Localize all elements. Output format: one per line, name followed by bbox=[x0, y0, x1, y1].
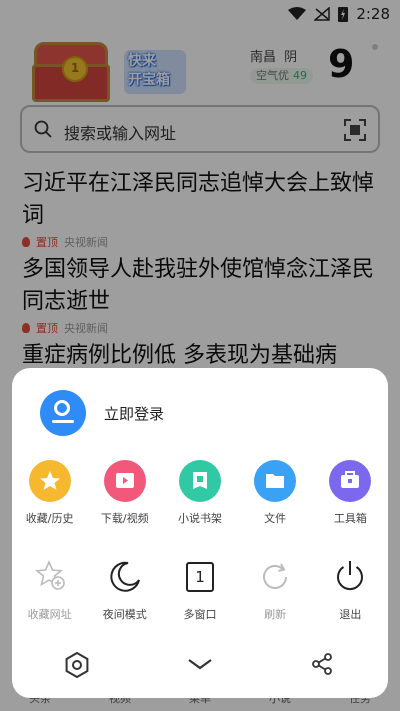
user-avatar-icon bbox=[40, 390, 86, 436]
exit-label: 退出 bbox=[339, 608, 362, 621]
favorites-history-label: 收藏/历史 bbox=[25, 512, 74, 525]
files-button[interactable]: 文件 bbox=[238, 460, 313, 526]
favorites-history-button[interactable]: 收藏/历史 bbox=[12, 460, 87, 526]
folder-icon bbox=[254, 460, 297, 502]
downloads-video-label: 下载/视频 bbox=[100, 512, 149, 525]
star-add-icon bbox=[29, 556, 71, 598]
novel-shelf-label: 小说书架 bbox=[177, 512, 222, 525]
night-mode-button[interactable]: 夜间模式 bbox=[87, 556, 162, 622]
menu-footer bbox=[12, 648, 388, 682]
share-icon[interactable] bbox=[310, 652, 334, 676]
bookmark-url-button[interactable]: 收藏网址 bbox=[12, 556, 87, 622]
multi-window-label: 多窗口 bbox=[183, 608, 217, 621]
book-icon bbox=[178, 460, 221, 502]
exit-button[interactable]: 退出 bbox=[313, 556, 388, 622]
star-icon bbox=[28, 460, 71, 502]
play-icon bbox=[103, 460, 146, 502]
collapse-chevron-down-icon[interactable] bbox=[186, 654, 214, 674]
refresh-button[interactable]: 刷新 bbox=[238, 556, 313, 622]
menu-row-primary: 收藏/历史 下载/视频 小说书架 文件 工具箱 bbox=[12, 460, 388, 526]
night-mode-label: 夜间模式 bbox=[102, 608, 147, 621]
novel-shelf-button[interactable]: 小说书架 bbox=[162, 460, 237, 526]
bookmark-url-label: 收藏网址 bbox=[27, 608, 72, 621]
settings-gear-icon[interactable] bbox=[64, 652, 90, 678]
login-label: 立即登录 bbox=[104, 404, 165, 423]
toolbox-label: 工具箱 bbox=[333, 512, 367, 525]
power-icon bbox=[329, 556, 371, 598]
moon-icon bbox=[104, 556, 146, 598]
refresh-icon bbox=[254, 556, 296, 598]
toolbox-button[interactable]: 工具箱 bbox=[313, 460, 388, 526]
files-label: 文件 bbox=[264, 512, 287, 525]
window-count: 1 bbox=[185, 562, 214, 592]
multi-window-button[interactable]: 1 多窗口 bbox=[162, 556, 237, 622]
menu-row-secondary: 收藏网址 夜间模式 1 多窗口 刷新 退出 bbox=[12, 556, 388, 622]
downloads-video-button[interactable]: 下载/视频 bbox=[87, 460, 162, 526]
toolbox-icon bbox=[329, 460, 372, 502]
login-entry[interactable]: 立即登录 bbox=[40, 390, 164, 436]
menu-sheet: 立即登录 收藏/历史 下载/视频 小说书架 文件 工具箱 收藏网址 夜间模式 1… bbox=[12, 368, 388, 698]
window-count-icon: 1 bbox=[179, 556, 221, 598]
refresh-label: 刷新 bbox=[264, 608, 287, 621]
